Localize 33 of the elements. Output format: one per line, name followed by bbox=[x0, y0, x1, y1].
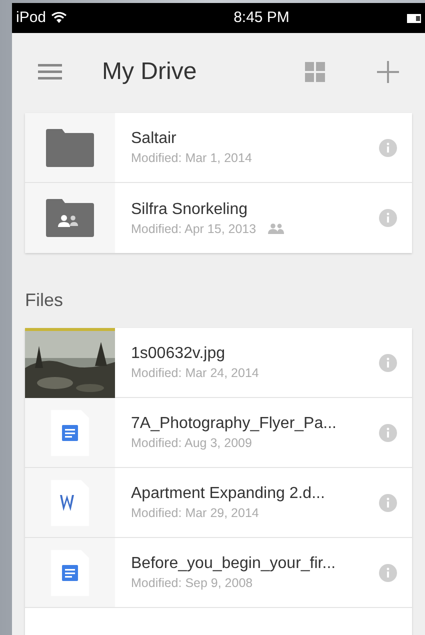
modified-date: Modified: Mar 29, 2014 bbox=[131, 505, 259, 522]
document-icon bbox=[51, 410, 89, 456]
wifi-icon bbox=[51, 12, 68, 24]
device-name: iPod bbox=[16, 8, 46, 28]
menu-icon[interactable] bbox=[38, 64, 62, 80]
item-name[interactable]: Silfra Snorkeling bbox=[131, 198, 378, 220]
status-time: 8:45 PM bbox=[232, 8, 290, 28]
modified-date: Modified: Sep 9, 2008 bbox=[131, 575, 253, 592]
folder-icon bbox=[46, 128, 94, 166]
grid-view-icon[interactable] bbox=[305, 62, 325, 82]
modified-date: Modified: Mar 24, 2014 bbox=[131, 365, 259, 382]
word-document-icon bbox=[51, 480, 89, 526]
info-icon[interactable] bbox=[378, 422, 398, 442]
shared-folder-icon bbox=[46, 199, 94, 237]
item-name[interactable]: 1s00632v.jpg bbox=[131, 343, 378, 364]
section-heading: Files bbox=[25, 289, 64, 312]
document-icon bbox=[51, 550, 89, 596]
info-icon[interactable] bbox=[378, 562, 398, 582]
modified-date: Modified: Aug 3, 2009 bbox=[131, 435, 252, 452]
info-icon[interactable] bbox=[378, 492, 398, 512]
item-name[interactable]: Before_you_begin_your_fir... bbox=[131, 553, 378, 574]
info-icon[interactable] bbox=[378, 208, 398, 228]
info-icon[interactable] bbox=[378, 352, 398, 372]
add-icon[interactable] bbox=[377, 60, 399, 82]
battery-icon bbox=[407, 14, 421, 22]
modified-date: Modified: Mar 1, 2014 bbox=[131, 150, 252, 167]
item-name[interactable]: Apartment Expanding 2.d... bbox=[131, 483, 378, 504]
item-name[interactable]: 7A_Photography_Flyer_Pa... bbox=[131, 413, 378, 434]
item-name[interactable]: Saltair bbox=[131, 128, 378, 149]
info-icon[interactable] bbox=[378, 138, 398, 158]
list-row[interactable] bbox=[25, 608, 412, 635]
modified-date: Modified: Apr 15, 2013 bbox=[131, 220, 256, 238]
page-title: My Drive bbox=[102, 56, 198, 86]
